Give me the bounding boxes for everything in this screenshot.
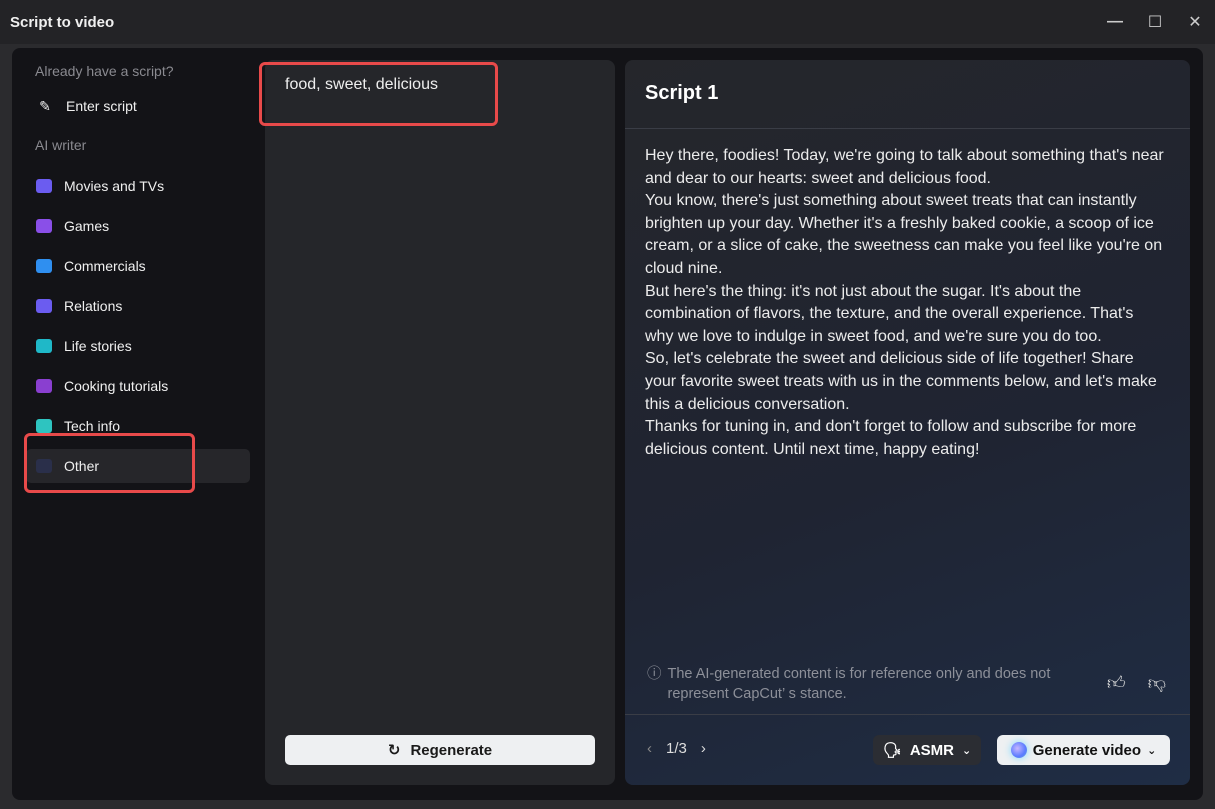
- keywords-panel: food, sweet, delicious ↻ Regenerate: [265, 60, 615, 785]
- sidebar-item-relations[interactable]: Relations: [26, 289, 250, 323]
- script-paragraph: Hey there, foodies! Today, we're going t…: [645, 147, 1164, 187]
- pencil-icon: ✎: [39, 97, 51, 114]
- next-icon[interactable]: ›: [701, 740, 706, 757]
- info-icon: ⓘ: [647, 666, 662, 682]
- thumbs-down-icon[interactable]: 👎︎: [1148, 672, 1166, 694]
- thumbs-up-icon[interactable]: 👍︎: [1107, 672, 1126, 694]
- maximize-button[interactable]: ☐: [1135, 0, 1175, 44]
- sidebar-item-commercials[interactable]: Commercials: [26, 249, 250, 283]
- generate-video-button[interactable]: Generate video ⌄: [997, 735, 1170, 765]
- chevron-down-icon: ⌄: [1147, 744, 1157, 757]
- clapperboard-icon: [36, 179, 52, 193]
- sidebar-item-cooking-tutorials[interactable]: Cooking tutorials: [26, 369, 250, 403]
- script-title: Script 1: [645, 82, 719, 104]
- gamepad-icon: [36, 219, 52, 233]
- close-button[interactable]: ✕: [1175, 0, 1215, 44]
- sidebar-item-enter-script[interactable]: ✎ Enter script: [26, 89, 250, 123]
- window-title: Script to video: [10, 13, 115, 31]
- regenerate-button[interactable]: ↻ Regenerate: [285, 735, 595, 765]
- voice-select[interactable]: 🗣︎ ASMR ⌄: [873, 735, 981, 765]
- script-panel: Script 1 Hey there, foodies! Today, we'r…: [625, 60, 1190, 785]
- prev-icon[interactable]: ‹: [647, 740, 652, 757]
- script-paragraph: You know, there's just something about s…: [645, 192, 1163, 277]
- voice-icon: 🗣︎: [882, 742, 902, 759]
- sidebar-item-games[interactable]: Games: [26, 209, 250, 243]
- divider: [625, 128, 1190, 129]
- presentation-icon: [36, 259, 52, 273]
- section-label-ai-writer: AI writer: [35, 137, 87, 153]
- pager: ‹ 1/3 ›: [647, 740, 706, 757]
- minimize-button[interactable]: —: [1095, 0, 1135, 44]
- ai-orb-icon: [1010, 742, 1027, 758]
- script-paragraph: But here's the thing: it's not just abou…: [645, 282, 1134, 345]
- highlight-box: [24, 433, 195, 493]
- highlight-box: [259, 62, 498, 126]
- refresh-icon: ↻: [387, 742, 401, 759]
- page-indicator: 1/3: [666, 740, 687, 757]
- section-label-existing: Already have a script?: [35, 63, 174, 79]
- rocket-icon: [36, 419, 52, 433]
- people-heart-icon: [36, 299, 52, 313]
- sidebar-item-movies-and-tvs[interactable]: Movies and TVs: [26, 169, 250, 203]
- chevron-down-icon: ⌄: [962, 744, 972, 757]
- script-paragraph: Thanks for tuning in, and don't forget t…: [645, 418, 1137, 458]
- script-paragraph: So, let's celebrate the sweet and delici…: [645, 350, 1157, 413]
- divider: [625, 714, 1190, 715]
- sidebar-item-life-stories[interactable]: Life stories: [26, 329, 250, 363]
- script-text[interactable]: Hey there, foodies! Today, we're going t…: [645, 145, 1165, 461]
- disclaimer: ⓘ The AI-generated content is for refere…: [647, 666, 1051, 702]
- title-bar: Script to video — ☐ ✕: [0, 0, 1215, 44]
- wine-glass-icon: [36, 379, 52, 393]
- person-wave-icon: [36, 339, 52, 353]
